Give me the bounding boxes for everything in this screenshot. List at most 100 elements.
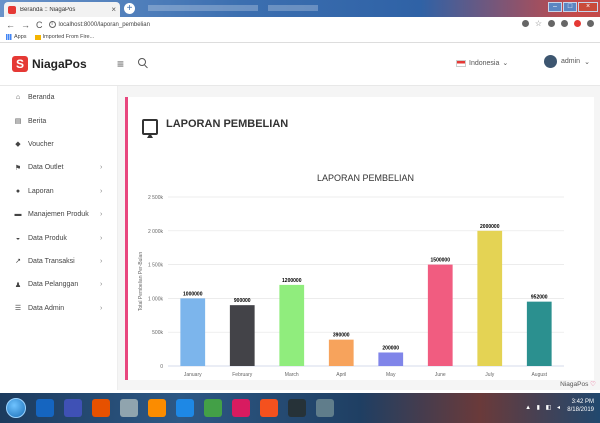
close-window-button[interactable]: ×: [578, 2, 598, 12]
chevron-right-icon: ›: [100, 234, 103, 242]
browser-tab[interactable]: Beranda :: NiagaPos ×: [4, 2, 120, 17]
explorer-icon[interactable]: [120, 399, 138, 417]
x-tick-label: March: [285, 372, 299, 378]
address-bar: ← → C i localhost:8000/laporan_pembelian…: [0, 17, 600, 32]
profile-icon[interactable]: [587, 20, 594, 27]
menu-toggle-icon[interactable]: ≡: [117, 57, 124, 71]
maximize-button[interactable]: □: [563, 2, 577, 12]
app-icon[interactable]: [92, 399, 110, 417]
url-text: localhost:8000/laporan_pembelian: [58, 21, 150, 28]
sidebar-item-label: Data Produk: [28, 234, 67, 242]
chrome-icon[interactable]: [148, 399, 166, 417]
avatar: [544, 55, 557, 68]
system-tray[interactable]: ▲ ▮ ◧ ◂: [525, 404, 562, 411]
monitor-icon: [142, 119, 158, 138]
chevron-right-icon: ›: [100, 187, 103, 195]
bar-july: [477, 230, 503, 366]
search-icon[interactable]: [138, 58, 146, 66]
app-icon[interactable]: [204, 399, 222, 417]
sidebar-item-label: Data Admin: [28, 304, 65, 312]
reload-button[interactable]: C: [36, 20, 43, 30]
chevron-right-icon: ›: [100, 211, 103, 219]
bookmark-star-icon[interactable]: ☆: [535, 20, 542, 28]
sidebar-item-data-admin[interactable]: ☰ Data Admin ›: [0, 297, 117, 320]
y-tick-label: 2 000k: [148, 229, 164, 235]
sidebar-item-voucher[interactable]: ◆ Voucher: [0, 133, 117, 156]
x-tick-label: April: [336, 372, 346, 378]
logo-icon: S: [12, 56, 28, 72]
main-content: LAPORAN PEMBELIAN LAPORAN PEMBELIAN Total…: [118, 86, 600, 390]
bar-april: [328, 339, 354, 366]
flag-icon: ⚑: [14, 164, 22, 172]
extensions: ☆: [521, 20, 594, 28]
gear-icon: ●: [15, 187, 21, 195]
chevron-right-icon: ›: [100, 304, 103, 312]
sidebar: ⌂ Beranda ▤ Berita ◆ Voucher ⚑ Data Outlet › ● Lap…: [0, 86, 118, 390]
bookmark-imported[interactable]: Imported From Fire...: [34, 34, 94, 40]
sidebar-item-manajemen-produk[interactable]: ▬ Manajemen Produk ›: [0, 203, 117, 226]
x-tick-label: August: [531, 372, 547, 378]
sidebar-item-beranda[interactable]: ⌂ Beranda: [0, 86, 117, 109]
footer: NiagaPos ♡: [118, 380, 600, 390]
heart-icon: ♡: [590, 381, 596, 388]
word-icon[interactable]: [176, 399, 194, 417]
clock[interactable]: 3:42 PM 8/18/2019: [567, 398, 594, 414]
url-field[interactable]: i localhost:8000/laporan_pembelian: [48, 21, 150, 28]
data-label: 2000000: [480, 224, 500, 230]
folder-icon: [34, 34, 41, 40]
language-selector[interactable]: Indonesia ⌄: [456, 59, 508, 67]
back-button[interactable]: ←: [6, 20, 15, 30]
extension-icon[interactable]: [561, 20, 568, 27]
chart-line-icon: ↗: [15, 258, 21, 266]
app-logo[interactable]: S NiagaPos: [12, 56, 87, 72]
x-tick-label: May: [386, 372, 396, 378]
data-label: 1200000: [282, 278, 302, 284]
sidebar-item-label: Beranda: [28, 94, 55, 102]
sidebar-item-label: Laporan: [28, 187, 54, 195]
newspaper-icon: ▤: [14, 118, 22, 126]
new-tab-button[interactable]: +: [124, 3, 135, 14]
x-tick-label: January: [184, 372, 202, 378]
tab-close-button[interactable]: ×: [111, 5, 116, 14]
x-tick-label: February: [232, 372, 253, 378]
chevron-right-icon: ›: [100, 164, 103, 172]
bookmark-apps[interactable]: Apps: [6, 34, 27, 40]
app-icon[interactable]: [64, 399, 82, 417]
tab-title: Beranda :: NiagaPos: [20, 6, 76, 13]
chevron-down-icon: ⌄: [584, 58, 590, 66]
tag-icon: ◆: [15, 141, 21, 149]
data-label: 952000: [531, 295, 548, 301]
minimize-button[interactable]: –: [548, 2, 562, 12]
sidebar-item-data-pelanggan[interactable]: ♟ Data Pelanggan ›: [0, 273, 117, 296]
sidebar-item-laporan[interactable]: ● Laporan ›: [0, 180, 117, 203]
access-icon[interactable]: [232, 399, 250, 417]
user-menu[interactable]: admin ⌄: [544, 55, 590, 68]
translate-icon[interactable]: [521, 20, 529, 27]
extension-icon[interactable]: [548, 20, 555, 27]
product-icon: ◒: [15, 234, 21, 242]
powerpoint-icon[interactable]: [260, 399, 278, 417]
sidebar-item-berita[interactable]: ▤ Berita: [0, 109, 117, 132]
sidebar-item-data-outlet[interactable]: ⚑ Data Outlet ›: [0, 156, 117, 179]
bar-june: [427, 264, 453, 366]
start-button[interactable]: [6, 398, 26, 418]
data-label: 200000: [382, 345, 399, 351]
ie-icon[interactable]: [36, 399, 54, 417]
cmd-icon[interactable]: [288, 399, 306, 417]
flag-indonesia-icon: [456, 59, 466, 67]
logo-text: NiagaPos: [32, 57, 87, 71]
window-controls: – □ ×: [548, 2, 598, 12]
extension-icon[interactable]: [574, 20, 581, 27]
page-title: LAPORAN PEMBELIAN: [166, 118, 289, 130]
forward-button[interactable]: →: [21, 20, 30, 30]
sidebar-item-data-transaksi[interactable]: ↗ Data Transaksi ›: [0, 250, 117, 273]
chevron-right-icon: ›: [100, 281, 103, 289]
sidebar-item-data-produk[interactable]: ◒ Data Produk ›: [0, 226, 117, 249]
y-tick-label: 0: [160, 364, 163, 370]
chevron-down-icon: ⌄: [502, 60, 509, 67]
bar-february: [229, 305, 255, 366]
data-label: 900000: [234, 298, 251, 304]
sidebar-item-label: Data Transaksi: [28, 257, 75, 265]
clock-date: 8/18/2019: [567, 407, 594, 413]
app-icon[interactable]: [316, 399, 334, 417]
